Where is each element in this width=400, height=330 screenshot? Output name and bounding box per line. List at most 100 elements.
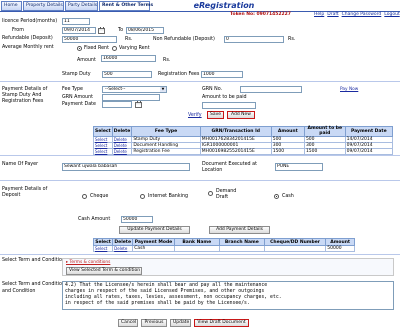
fee-type-select[interactable]: --Select-- ▼ — [102, 86, 167, 93]
col-header: Amount to be paid — [303, 126, 346, 137]
deposit-payment-label: Payment Details of Deposit — [2, 187, 48, 198]
from-date-input[interactable]: 09/07/2014 — [62, 27, 96, 34]
previous-button[interactable]: Previous — [141, 319, 167, 327]
payment-section-label: Payment Details of Stamp Duty And Regist… — [2, 87, 48, 104]
terms-line: in respect of the said premises shall be… — [65, 301, 250, 306]
cash-amount-input[interactable]: 50000 — [121, 216, 153, 223]
table-header-row: Select Delete Payment Mode Bank Name Bra… — [92, 238, 355, 246]
rent-amount-unit: Rs. — [163, 58, 171, 63]
internet-banking-label: Internet Banking — [148, 194, 189, 199]
col-header: Select — [92, 238, 114, 246]
change-password-link[interactable]: Change Password — [342, 12, 382, 17]
cash-label: Cash — [282, 194, 294, 199]
from-calendar-icon[interactable] — [98, 27, 105, 34]
average-rent-label: Average Monthly rent — [2, 45, 54, 50]
payment-date-calendar-icon[interactable] — [135, 101, 142, 108]
varying-rent-label: Varying Rent — [119, 46, 150, 51]
stamp-duty-label: Stamp Duty — [62, 72, 91, 77]
tab-home[interactable]: Home — [1, 1, 22, 11]
select-link[interactable]: Select — [93, 148, 113, 155]
registration-fees-input[interactable]: 1000 — [201, 71, 243, 78]
amount-to-be-paid-input[interactable] — [202, 102, 256, 109]
cash-amount-label: Cash Amount — [78, 217, 111, 222]
tab-rent-other-terms[interactable]: Rent & Other Terms — [99, 1, 153, 11]
add-new-button[interactable]: Add New — [227, 111, 255, 119]
cheque-radio[interactable] — [82, 194, 87, 199]
cancel-button[interactable]: Cancel — [118, 319, 138, 327]
table-cell: 1500 — [270, 148, 305, 155]
col-header: Delete — [111, 126, 133, 137]
top-links: Help Draft Change Password Logout — [314, 12, 400, 17]
table-cell: Cash — [132, 245, 175, 252]
table-row: Select Delete Stamp Duty MH0017628342014… — [93, 136, 394, 143]
delete-link[interactable]: Delete — [111, 148, 133, 155]
view-draft-document-button[interactable]: View Draft Document — [194, 319, 249, 327]
fixed-rent-label: Fixed Rent — [84, 46, 109, 51]
stamp-duty-input[interactable]: 500 — [102, 71, 152, 78]
terms-textarea[interactable]: 4.2) That the Licensee/s herein shall be… — [62, 281, 394, 310]
grn-no-input[interactable] — [240, 86, 302, 93]
document-executed-label: Document Executed at Location — [202, 162, 257, 173]
licence-period-label: licence Period(months) — [2, 19, 58, 24]
nonrefundable-unit: Rs. — [288, 37, 296, 42]
table-cell: MH001698255201415E — [199, 148, 272, 155]
table-cell: 50000 — [325, 245, 355, 252]
grn-amount-input[interactable] — [102, 94, 160, 101]
varying-rent-radio[interactable] — [112, 46, 117, 51]
col-header: Amount — [325, 238, 355, 246]
fixed-rent-radio[interactable] — [77, 46, 82, 51]
update-button[interactable]: Update — [170, 319, 191, 327]
divider — [0, 254, 400, 255]
tab-property-details[interactable]: Property Details — [23, 1, 64, 11]
col-header: Payment Mode — [132, 238, 175, 246]
select-link[interactable]: Select — [92, 245, 114, 252]
terms-conditions-link[interactable]: ▸ Terms & conditions — [66, 260, 110, 265]
divider — [0, 81, 400, 82]
demand-draft-label: Demand Draft — [216, 189, 237, 200]
payment-date-input[interactable] — [102, 101, 132, 108]
refundable-label: Refundable (Deposit) — [2, 36, 53, 41]
tab-party-details[interactable]: Party Details — [65, 1, 98, 11]
col-header: Delete — [112, 238, 134, 246]
document-executed-input[interactable]: PUNE — [275, 163, 323, 171]
amount-to-be-paid-label: Amount to be paid — [202, 95, 247, 100]
nonrefundable-input[interactable]: 0 — [224, 36, 284, 43]
licence-period-input[interactable]: 11 — [62, 18, 90, 25]
table-row: Select Delete Registration Fee MH0016982… — [93, 148, 394, 155]
fee-type-label: Fee Type — [62, 87, 83, 92]
logout-link[interactable]: Logout — [384, 12, 399, 17]
col-header: Payment Date — [344, 126, 394, 137]
internet-banking-radio[interactable] — [140, 194, 145, 199]
terms-select-box: ▸ Terms & conditions View Selected Term … — [62, 258, 394, 276]
registration-fees-label: Registration Fees — [158, 72, 200, 77]
refundable-unit: Rs. — [125, 37, 133, 42]
from-label: From — [12, 28, 24, 33]
select-term-label: Select Term and Condition — [2, 258, 65, 263]
selected-term-label: Select Term and Condition — [2, 282, 65, 287]
update-payment-details-button[interactable]: Update Payment Details — [119, 226, 190, 234]
table-cell: 09/07/2014 — [344, 148, 394, 155]
demand-draft-radio[interactable] — [208, 191, 213, 196]
verify-link[interactable]: Verify — [188, 113, 202, 118]
grn-no-label: GRN No. — [202, 87, 223, 92]
delete-link[interactable]: Delete — [112, 245, 134, 252]
amount-label: Amount — [77, 58, 96, 63]
refundable-input[interactable]: 50000 — [62, 36, 117, 43]
col-header: Amount — [270, 126, 305, 137]
view-selected-term-button[interactable]: View Selected Term & condition — [66, 267, 142, 275]
cheque-label: Cheque — [90, 194, 109, 199]
to-date-input[interactable]: 08/06/2015 — [126, 27, 164, 34]
add-payment-details-button[interactable]: Add Payment Details — [209, 226, 270, 234]
name-of-payer-label: Name Of Payer — [2, 162, 39, 167]
name-of-payer-input[interactable]: Sewant ujwala babasah — [62, 163, 190, 171]
table-header-row: Select Delete Fee Type GRN/Transaction I… — [93, 126, 394, 137]
draft-link[interactable]: Draft — [327, 12, 338, 17]
cash-radio[interactable] — [274, 194, 279, 199]
chevron-down-icon: ▼ — [160, 87, 166, 92]
pay-now-link[interactable]: Pay Now — [340, 87, 358, 92]
payment-date-label: Payment Date — [62, 102, 96, 107]
save-button[interactable]: Save — [207, 111, 224, 119]
to-label: To — [118, 28, 124, 33]
help-link[interactable]: Help — [314, 12, 324, 17]
rent-amount-input[interactable]: 16000 — [101, 55, 156, 62]
